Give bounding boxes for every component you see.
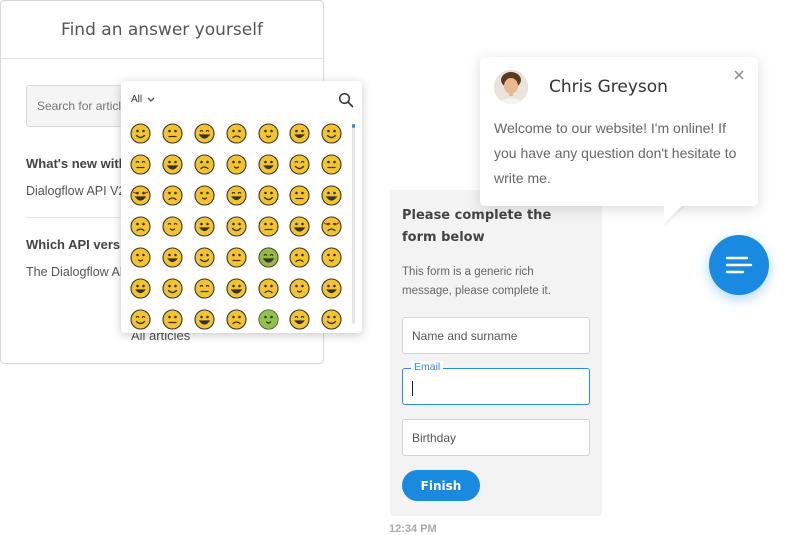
emoji-icon[interactable] xyxy=(226,185,247,206)
emoji-icon[interactable] xyxy=(130,123,151,144)
emoji-icon[interactable] xyxy=(226,216,247,237)
emoji-icon[interactable] xyxy=(226,247,247,268)
emoji-icon[interactable] xyxy=(130,185,151,206)
name-field-placeholder: Name and surname xyxy=(412,328,518,343)
emoji-icon[interactable] xyxy=(162,123,183,144)
emoji-icon[interactable] xyxy=(321,216,342,237)
email-field[interactable]: Email xyxy=(402,361,590,405)
emoji-icon[interactable] xyxy=(258,185,279,206)
emoji-icon[interactable] xyxy=(258,278,279,299)
finish-button[interactable]: Finish xyxy=(402,470,480,501)
emoji-icon[interactable] xyxy=(289,247,311,268)
emoji-icon[interactable] xyxy=(289,185,311,206)
emoji-icon[interactable] xyxy=(226,278,247,299)
birthday-field[interactable]: Birthday xyxy=(402,419,590,456)
emoji-icon[interactable] xyxy=(162,185,183,206)
rich-message-form: Please complete the form below This form… xyxy=(390,190,602,516)
emoji-scrollbar[interactable] xyxy=(352,124,355,324)
emoji-icon[interactable] xyxy=(321,185,342,206)
emoji-icon[interactable] xyxy=(194,154,215,175)
greeting-bubble: Chris Greyson Welcome to our website! I'… xyxy=(480,57,758,206)
emoji-icon[interactable] xyxy=(289,278,311,299)
emoji-icon[interactable] xyxy=(289,123,311,144)
bubble-tail xyxy=(664,204,684,224)
emoji-icon[interactable] xyxy=(258,154,279,175)
emoji-icon[interactable] xyxy=(258,247,279,268)
emoji-icon[interactable] xyxy=(130,216,151,237)
stage: Find an answer yourself What's new with … xyxy=(0,0,808,535)
greeting-message: Welcome to our website! I'm online! If y… xyxy=(494,120,737,186)
agent-name: Chris Greyson xyxy=(549,77,668,97)
close-icon[interactable] xyxy=(732,68,746,82)
emoji-picker: All xyxy=(121,81,362,333)
emoji-icon[interactable] xyxy=(130,278,151,299)
emoji-icon[interactable] xyxy=(162,278,183,299)
emoji-icon[interactable] xyxy=(194,185,215,206)
name-field[interactable]: Name and surname xyxy=(402,317,590,354)
form-description: This form is a generic rich message, ple… xyxy=(402,266,551,297)
text-caret xyxy=(412,380,413,396)
emoji-icon[interactable] xyxy=(258,216,279,237)
emoji-icon[interactable] xyxy=(194,309,215,330)
menu-lines-icon xyxy=(725,256,753,274)
emoji-icon[interactable] xyxy=(130,247,151,268)
emoji-icon[interactable] xyxy=(258,309,279,330)
form-title: Please complete the form below xyxy=(402,208,552,245)
emoji-icon[interactable] xyxy=(162,309,183,330)
emoji-icon[interactable] xyxy=(321,278,342,299)
emoji-grid xyxy=(130,123,353,340)
agent-avatar-image xyxy=(494,70,528,104)
search-icon[interactable] xyxy=(338,92,354,108)
emoji-icon[interactable] xyxy=(130,309,151,330)
emoji-scrollbar-thumb[interactable] xyxy=(352,124,355,128)
kb-title: Find an answer yourself xyxy=(1,1,323,59)
emoji-icon[interactable] xyxy=(130,154,151,175)
emoji-category-label: All xyxy=(131,94,143,105)
chevron-down-icon xyxy=(147,97,155,102)
emoji-icon[interactable] xyxy=(289,154,311,175)
emoji-icon[interactable] xyxy=(162,216,183,237)
emoji-icon[interactable] xyxy=(194,216,215,237)
emoji-icon[interactable] xyxy=(162,154,183,175)
message-timestamp: 12:34 PM xyxy=(389,523,437,535)
emoji-icon[interactable] xyxy=(226,309,247,330)
emoji-icon[interactable] xyxy=(258,123,279,144)
emoji-icon[interactable] xyxy=(289,216,311,237)
birthday-field-placeholder: Birthday xyxy=(412,430,457,445)
emoji-icon[interactable] xyxy=(226,123,247,144)
emoji-icon[interactable] xyxy=(194,278,215,299)
emoji-icon[interactable] xyxy=(289,309,311,330)
emoji-category-select[interactable]: All xyxy=(131,94,155,105)
emoji-icon[interactable] xyxy=(194,247,215,268)
emoji-icon[interactable] xyxy=(321,309,342,330)
chat-launcher-button[interactable] xyxy=(709,235,769,295)
emoji-icon[interactable] xyxy=(194,123,215,144)
emoji-icon[interactable] xyxy=(162,247,183,268)
emoji-icon[interactable] xyxy=(321,247,342,268)
email-field-label: Email xyxy=(411,361,444,373)
emoji-icon[interactable] xyxy=(226,154,247,175)
emoji-icon[interactable] xyxy=(321,123,342,144)
emoji-icon[interactable] xyxy=(321,154,342,175)
avatar xyxy=(494,70,528,104)
